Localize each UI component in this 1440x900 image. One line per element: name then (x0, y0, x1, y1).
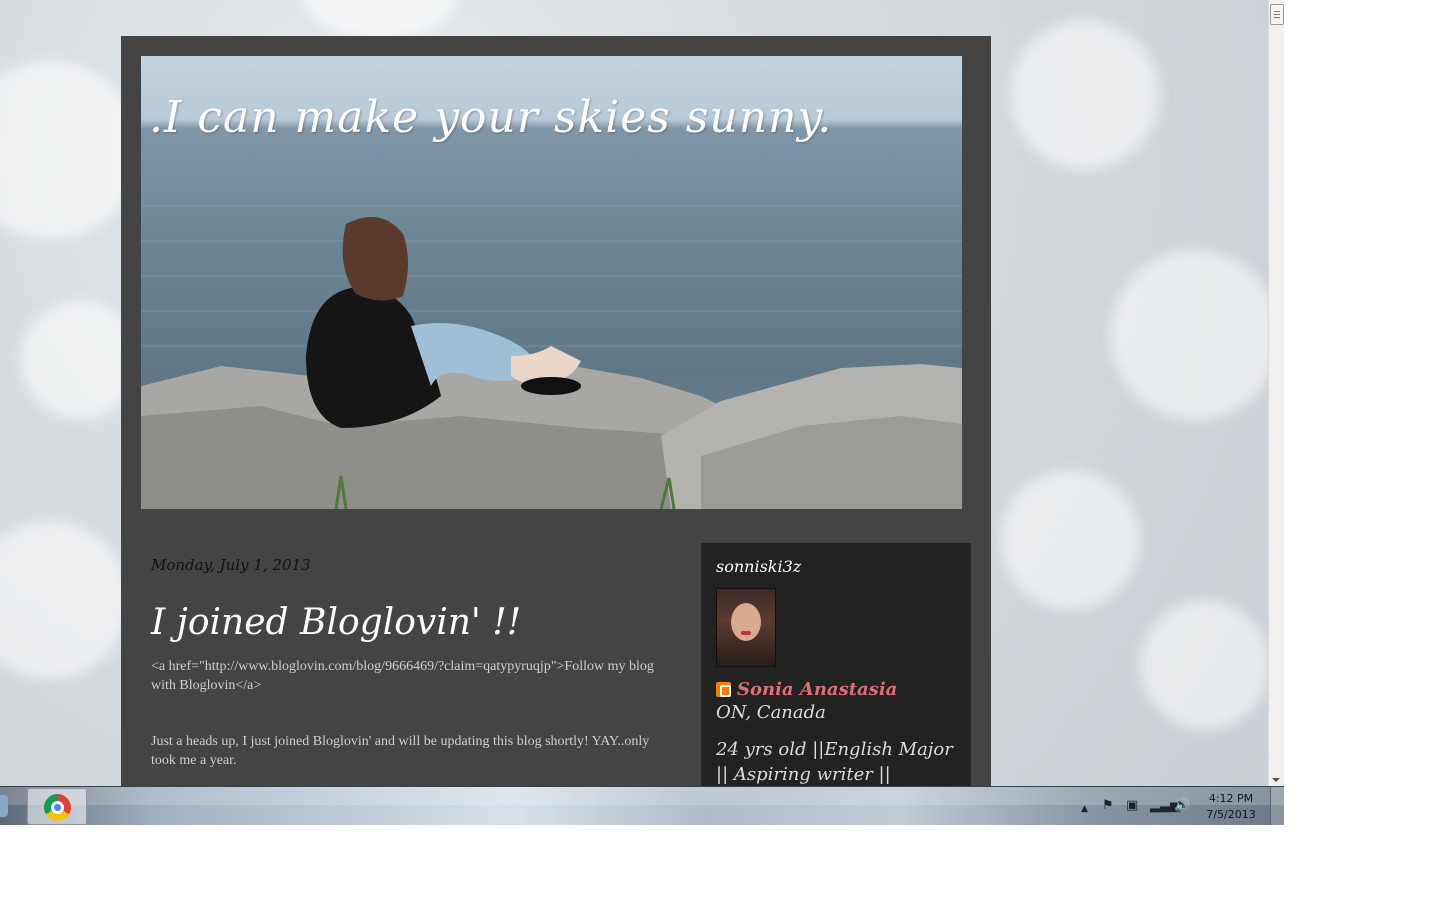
taskbar-clock[interactable]: 4:12 PM 7/5/2013 (1201, 791, 1261, 823)
avatar-face (731, 603, 761, 641)
clock-date: 7/5/2013 (1206, 808, 1256, 821)
sidebar-profile-widget: sonniski3z Sonia Anastasia ON, Canada 24… (701, 543, 971, 786)
bokeh-spot (1000, 470, 1140, 610)
bokeh-spot (1140, 600, 1268, 730)
bokeh-spot (0, 60, 140, 240)
grip-line (1274, 14, 1280, 15)
action-center-flag-icon[interactable]: ⚑ (1102, 799, 1114, 813)
post-paragraph: Just a heads up, I just joined Bloglovin… (151, 734, 650, 768)
grip-line (1274, 11, 1280, 12)
avatar-lips (741, 631, 751, 635)
taskbar: ▲ ⚑ ▣ ▂▃▅ 🔊 4:12 PM 7/5/2013 (0, 786, 1284, 825)
scroll-thumb[interactable] (1270, 4, 1284, 25)
post-date: Monday, July 1, 2013 (151, 556, 311, 574)
screen: .I can make your skies sunny. Monday, Ju… (0, 0, 1284, 825)
grip-line (1274, 17, 1280, 18)
blog-frame: .I can make your skies sunny. Monday, Ju… (121, 36, 991, 786)
system-tray: ▲ ⚑ ▣ ▂▃▅ 🔊 4:12 PM 7/5/2013 (1075, 787, 1284, 825)
post-paragraph: <a href="http://www.bloglovin.com/blog/9… (151, 659, 654, 693)
profile-about: 24 yrs old ||English Major || Aspiring w… (716, 739, 953, 785)
vertical-scrollbar[interactable] (1268, 0, 1284, 786)
profile-name-link[interactable]: Sonia Anastasia (737, 679, 897, 700)
blog-title[interactable]: .I can make your skies sunny. (149, 92, 949, 143)
show-hidden-icons-icon[interactable]: ▲ (1081, 802, 1088, 816)
chrome-icon-center (54, 804, 61, 811)
bokeh-spot (1010, 20, 1160, 170)
main-column: Monday, July 1, 2013 I joined Bloglovin'… (151, 556, 671, 770)
profile-name-row: Sonia Anastasia (716, 679, 956, 700)
taskbar-chrome-button[interactable] (27, 788, 87, 825)
header-image[interactable]: .I can make your skies sunny. (141, 56, 962, 509)
network-icon[interactable]: ▣ (1126, 799, 1138, 813)
clock-time: 4:12 PM (1208, 792, 1254, 805)
chrome-icon (44, 794, 71, 821)
volume-icon[interactable]: 🔊 (1174, 799, 1190, 813)
bokeh-spot (1110, 250, 1268, 420)
show-desktop-button[interactable] (1270, 787, 1284, 825)
sidebar-title: sonniski3z (716, 557, 802, 576)
scroll-down-arrow-icon[interactable] (1272, 778, 1280, 782)
bokeh-spot (0, 520, 130, 680)
bokeh-spot (300, 0, 460, 40)
profile-location: ON, Canada (716, 702, 826, 723)
start-button-edge[interactable] (0, 795, 8, 817)
post-title[interactable]: I joined Bloglovin' !! (151, 602, 671, 643)
blogger-icon (716, 682, 731, 697)
avatar[interactable] (716, 588, 776, 667)
